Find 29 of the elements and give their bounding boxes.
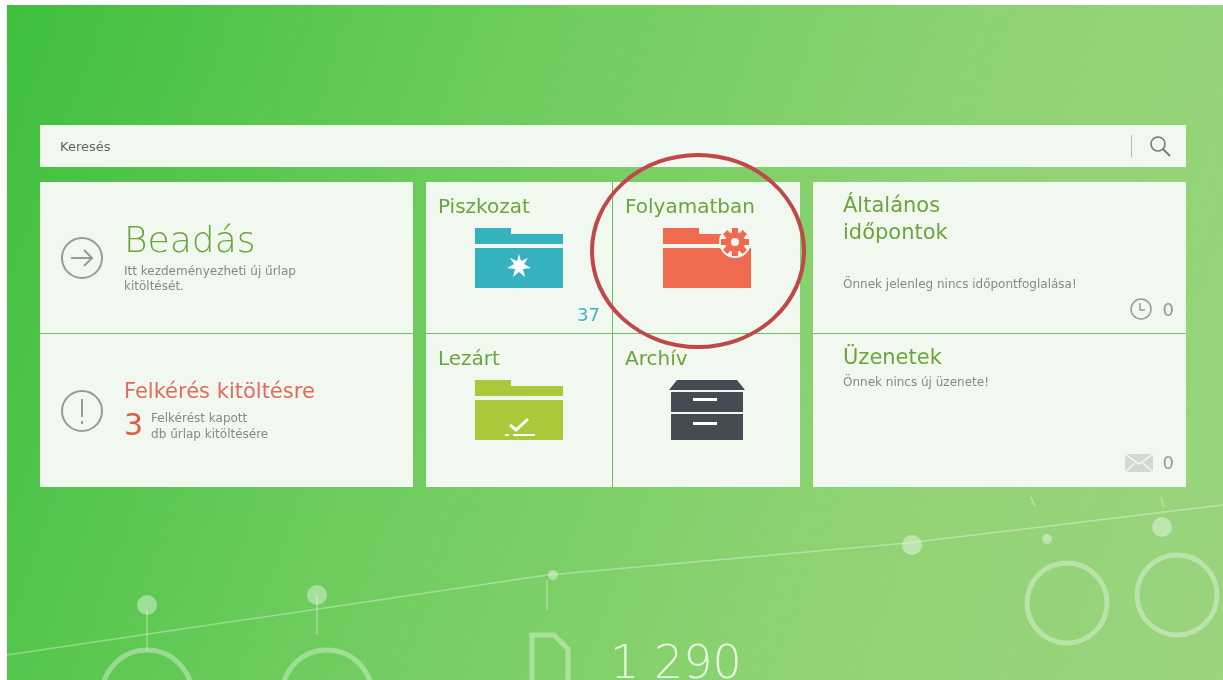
folder-count: 37 [577,304,600,325]
tile-title: Üzenetek [843,344,943,371]
clock-icon [1128,297,1153,321]
appointment-count: 0 [1162,298,1174,320]
exclamation-circle-icon [60,388,104,433]
background-caption: 1 290 [610,635,742,680]
folder-check-icon [475,380,563,440]
folder-label: Archív [625,346,688,370]
folder-tile[interactable]: Folyamatban [613,182,800,334]
envelope-icon [1124,453,1153,472]
folder-gear-icon [662,228,751,288]
tile-text: Itt kezdeményezheti új űrlap kitöltését. [124,263,297,295]
tile-text: Önnek nincs új üzenete! [843,375,990,390]
folder-label: Lezárt [438,346,500,370]
tile-text: Önnek jelenleg nincs időpontfoglalása! [843,276,1078,291]
folder-star-icon [475,228,563,288]
folder-label: Folyamatban [625,194,755,218]
message-count: 0 [1162,452,1174,473]
tile-text: Felkérést kapott db űrlap kitöltésére [151,410,269,443]
request-count: 3 [124,407,144,442]
search-icon[interactable] [1148,134,1172,158]
arrow-circle-icon [60,235,104,280]
tile-title: Felkérés kitöltésre [124,378,315,403]
folder-tile[interactable]: Archív [613,334,800,487]
tile-title: Beadás [124,220,257,260]
folder-tile[interactable]: Piszkozat 37 [426,182,613,334]
tile-title: Általános időpontok [843,192,949,247]
folder-label: Piszkozat [438,194,530,218]
folder-tile[interactable]: Lezárt [426,334,613,487]
